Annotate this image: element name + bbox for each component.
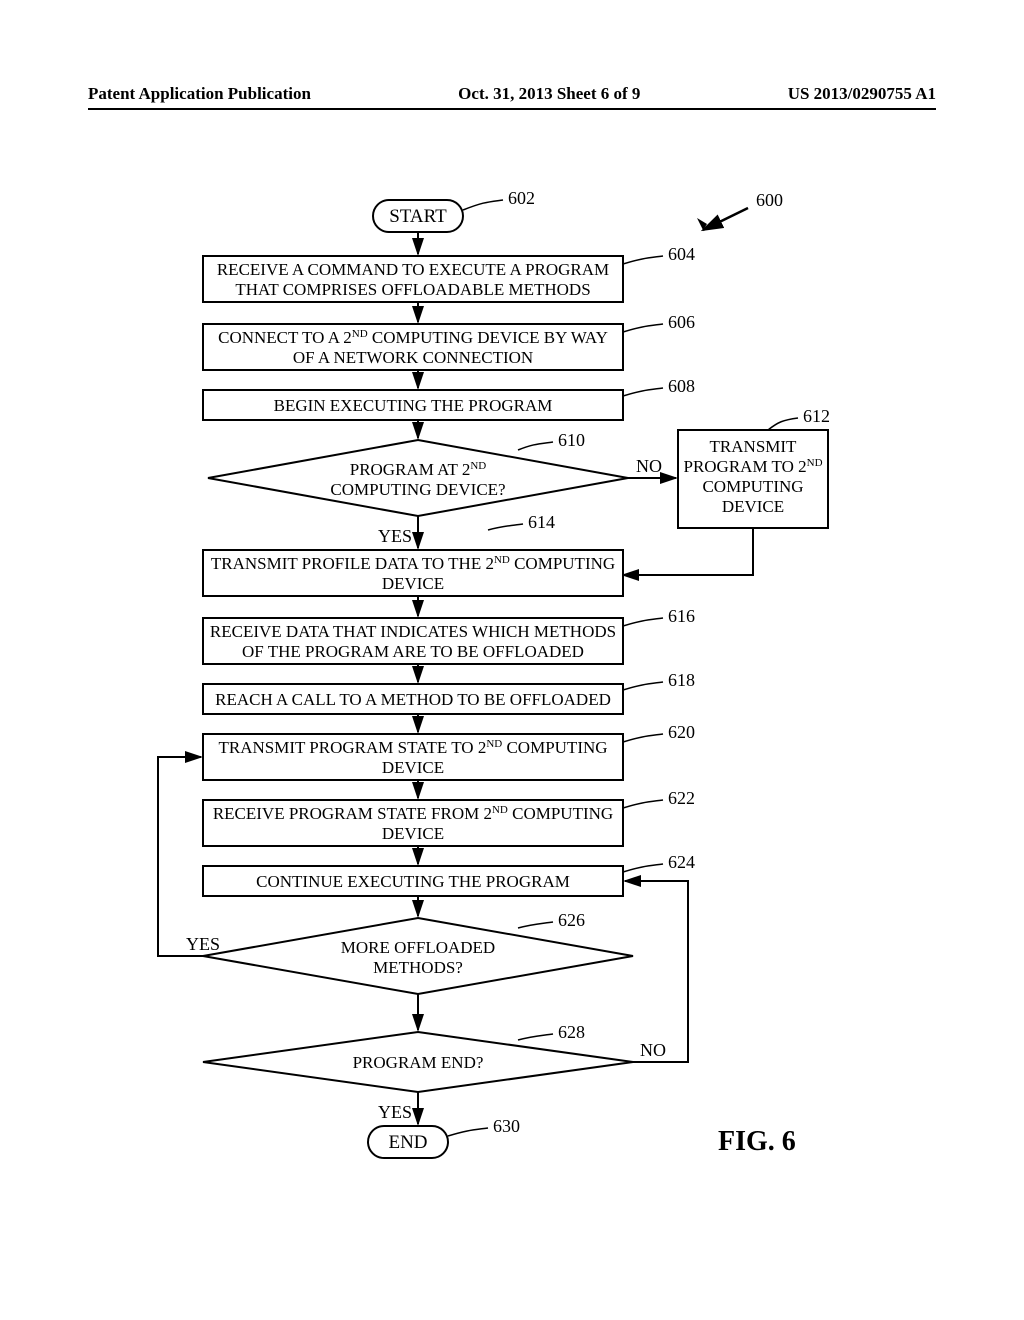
ref-622: 622 [668, 788, 695, 808]
node-606: CONNECT TO A 2ND COMPUTING DEVICE BY WAY… [203, 324, 623, 370]
svg-text:PROGRAM TO 2ND: PROGRAM TO 2ND [683, 457, 822, 476]
node-622: RECEIVE PROGRAM STATE FROM 2ND COMPUTING… [203, 800, 623, 846]
ref-630: 630 [493, 1116, 520, 1136]
leader-630 [448, 1128, 488, 1136]
svg-text:TRANSMIT PROFILE DATA TO THE 2: TRANSMIT PROFILE DATA TO THE 2ND COMPUTI… [211, 554, 615, 573]
svg-text:RECEIVE A COMMAND TO EXECUTE A: RECEIVE A COMMAND TO EXECUTE A PROGRAM [217, 260, 609, 279]
label-628-no: NO [640, 1040, 666, 1060]
page-header: Patent Application Publication Oct. 31, … [88, 84, 936, 104]
node-618: REACH A CALL TO A METHOD TO BE OFFLOADED [203, 684, 623, 714]
leader-602 [463, 200, 503, 210]
svg-text:THAT COMPRISES OFFLOADABLE MET: THAT COMPRISES OFFLOADABLE METHODS [235, 280, 590, 299]
leader-606 [623, 324, 663, 332]
node-610-decision: PROGRAM AT 2ND COMPUTING DEVICE? [208, 440, 628, 516]
node-624: CONTINUE EXECUTING THE PROGRAM [203, 866, 623, 896]
arrow-628-no-loop [625, 881, 688, 1062]
arrow-612-614 [623, 528, 753, 575]
ref-612: 612 [803, 406, 830, 426]
ref-600: 600 [756, 190, 783, 210]
node-614: TRANSMIT PROFILE DATA TO THE 2ND COMPUTI… [203, 550, 623, 596]
leader-628 [518, 1034, 553, 1040]
label-626-yes: YES [186, 934, 220, 954]
label-628-yes: YES [378, 1102, 412, 1122]
svg-text:END: END [388, 1132, 427, 1153]
leader-612 [768, 418, 798, 430]
svg-text:CONTINUE EXECUTING THE PROGRAM: CONTINUE EXECUTING THE PROGRAM [256, 872, 570, 891]
node-604: RECEIVE A COMMAND TO EXECUTE A PROGRAM T… [203, 256, 623, 302]
header-rule [88, 108, 936, 110]
svg-text:TRANSMIT: TRANSMIT [710, 437, 798, 456]
ref-610: 610 [558, 430, 585, 450]
svg-text:RECEIVE PROGRAM STATE FROM 2ND: RECEIVE PROGRAM STATE FROM 2ND COMPUTING [213, 804, 613, 823]
header-right: US 2013/0290755 A1 [788, 84, 936, 104]
node-616: RECEIVE DATA THAT INDICATES WHICH METHOD… [203, 618, 623, 664]
ref-602: 602 [508, 188, 535, 208]
ref-arrow-600 [703, 208, 748, 230]
ref-618: 618 [668, 670, 695, 690]
ref-626: 626 [558, 910, 585, 930]
svg-text:DEVICE: DEVICE [382, 758, 444, 777]
ref-608: 608 [668, 376, 695, 396]
svg-text:OF A NETWORK CONNECTION: OF A NETWORK CONNECTION [293, 348, 533, 367]
flowchart: 600 START 602 RECEIVE A COMMAND TO EXECU… [88, 130, 936, 1250]
svg-text:RECEIVE DATA THAT INDICATES WH: RECEIVE DATA THAT INDICATES WHICH METHOD… [210, 622, 616, 641]
node-end: END [368, 1126, 448, 1158]
page: Patent Application Publication Oct. 31, … [0, 0, 1024, 1320]
node-612: TRANSMIT PROGRAM TO 2ND COMPUTING DEVICE [678, 430, 828, 528]
leader-622 [623, 800, 663, 808]
arrow-626-yes-loop [158, 757, 203, 956]
leader-620 [623, 734, 663, 742]
ref-606: 606 [668, 312, 695, 332]
svg-text:COMPUTING DEVICE?: COMPUTING DEVICE? [330, 480, 505, 499]
svg-text:DEVICE: DEVICE [382, 574, 444, 593]
leader-626 [518, 922, 553, 928]
svg-text:DEVICE: DEVICE [382, 824, 444, 843]
ref-624: 624 [668, 852, 695, 872]
svg-text:TRANSMIT PROGRAM STATE TO 2ND: TRANSMIT PROGRAM STATE TO 2ND COMPUTING [218, 738, 607, 757]
svg-text:CONNECT TO A 2ND COMPUTING DEV: CONNECT TO A 2ND COMPUTING DEVICE BY WAY [218, 328, 608, 347]
node-start: START [373, 200, 463, 232]
ref-604: 604 [668, 244, 695, 264]
svg-text:PROGRAM END?: PROGRAM END? [353, 1053, 484, 1072]
leader-614 [488, 524, 523, 530]
svg-text:DEVICE: DEVICE [722, 497, 784, 516]
node-620: TRANSMIT PROGRAM STATE TO 2ND COMPUTING … [203, 734, 623, 780]
svg-text:BEGIN EXECUTING THE PROGRAM: BEGIN EXECUTING THE PROGRAM [274, 396, 553, 415]
node-608: BEGIN EXECUTING THE PROGRAM [203, 390, 623, 420]
ref-628: 628 [558, 1022, 585, 1042]
svg-text:MORE OFFLOADED: MORE OFFLOADED [341, 938, 495, 957]
label-610-no: NO [636, 456, 662, 476]
svg-text:METHODS?: METHODS? [373, 958, 463, 977]
leader-608 [623, 388, 663, 396]
leader-624 [623, 864, 663, 872]
label-610-yes: YES [378, 526, 412, 546]
svg-text:COMPUTING: COMPUTING [702, 477, 803, 496]
leader-618 [623, 682, 663, 690]
ref-616: 616 [668, 606, 695, 626]
svg-text:START: START [389, 206, 447, 227]
header-left: Patent Application Publication [88, 84, 311, 104]
ref-620: 620 [668, 722, 695, 742]
svg-text:OF THE PROGRAM ARE TO BE OFFLO: OF THE PROGRAM ARE TO BE OFFLOADED [242, 642, 584, 661]
leader-616 [623, 618, 663, 626]
header-mid: Oct. 31, 2013 Sheet 6 of 9 [458, 84, 640, 104]
figure-label: FIG. 6 [718, 1126, 796, 1157]
svg-text:REACH A CALL TO A METHOD TO BE: REACH A CALL TO A METHOD TO BE OFFLOADED [215, 690, 611, 709]
svg-text:PROGRAM AT 2ND: PROGRAM AT 2ND [350, 460, 487, 479]
leader-610 [518, 442, 553, 450]
leader-604 [623, 256, 663, 264]
ref-614: 614 [528, 512, 555, 532]
